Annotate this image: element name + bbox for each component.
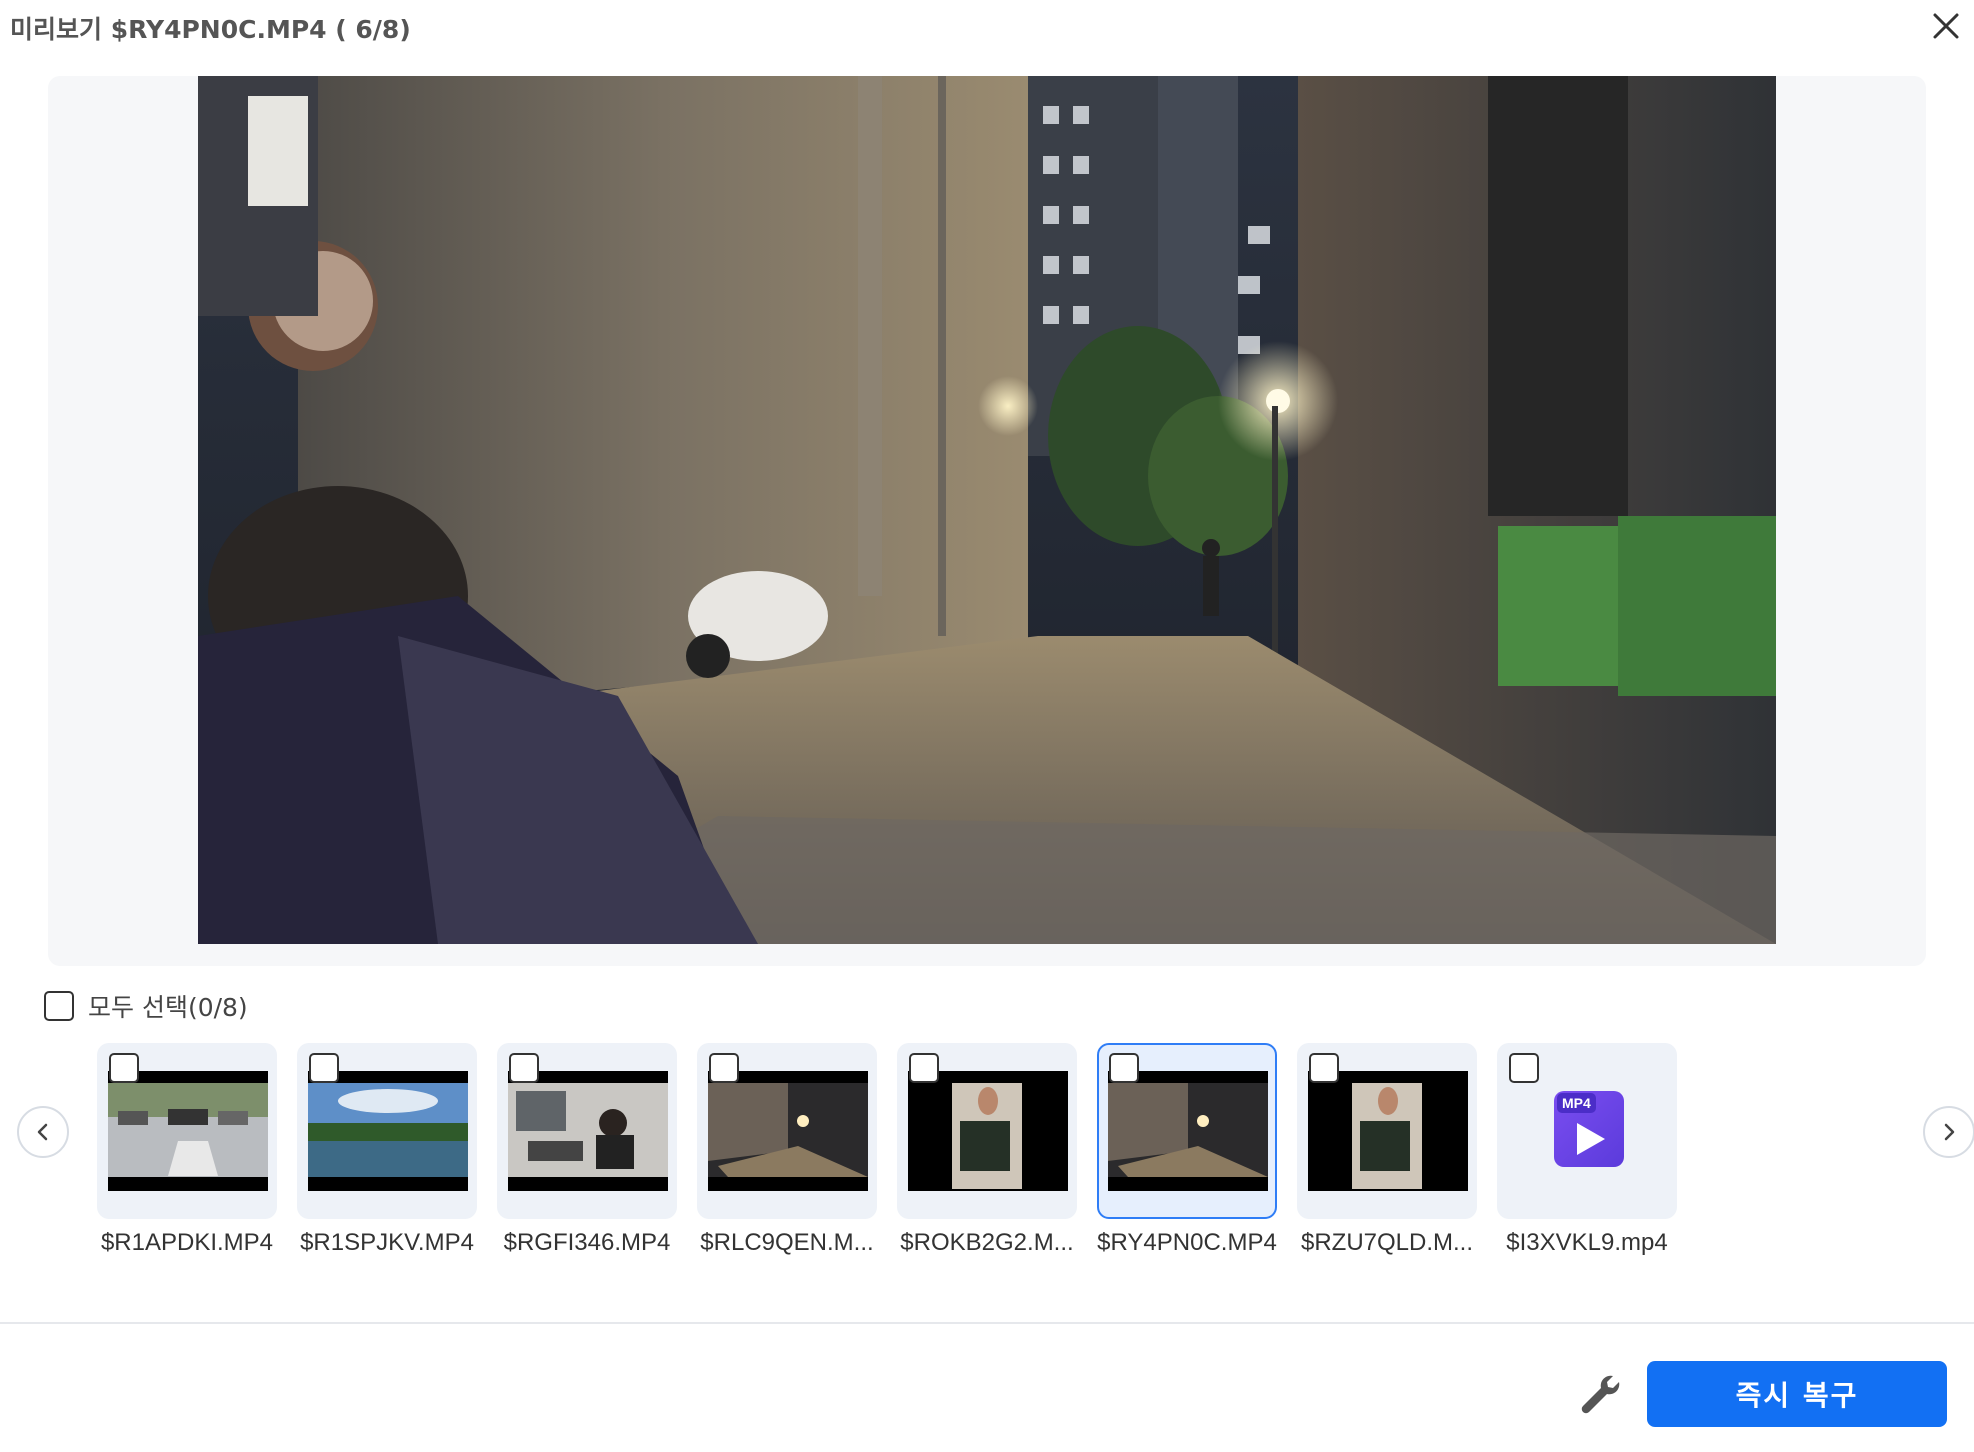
footer-divider [0,1322,1974,1324]
thumbnail-checkbox[interactable] [1509,1053,1539,1083]
thumbnail-name: $I3XVKL9.mp4 [1506,1229,1668,1256]
close-icon [1933,13,1959,39]
thumbnail-strip: $R1APDKI.MP4 $R1SPJKV.MP4 $RGFI346.MP4 $… [97,1043,1697,1273]
video-preview[interactable] [198,76,1776,944]
chevron-right-icon [1944,1123,1955,1141]
thumbnail-card[interactable] [497,1043,677,1219]
thumbnail-image [1108,1071,1268,1191]
thumbnail-image [108,1071,268,1191]
thumbnail-name: $RGFI346.MP4 [503,1229,671,1256]
thumbnail-name: $RY4PN0C.MP4 [1097,1229,1277,1256]
thumbnail-card[interactable] [97,1043,277,1219]
thumbnail-name: $ROKB2G2.M... [900,1229,1074,1256]
preview-panel [48,76,1926,966]
thumbnail-item[interactable]: $R1APDKI.MP4 [97,1043,277,1257]
carousel-next-button[interactable] [1923,1106,1974,1158]
thumbnail-name: $RLC9QEN.M... [700,1229,874,1256]
carousel-prev-button[interactable] [17,1106,69,1158]
thumbnail-image [708,1071,868,1191]
thumbnail-image [908,1071,1068,1191]
thumbnail-checkbox[interactable] [109,1053,139,1083]
thumbnail-card[interactable] [1297,1043,1477,1219]
thumbnail-checkbox[interactable] [309,1053,339,1083]
thumbnail-checkbox[interactable] [1309,1053,1339,1083]
thumbnail-name: $R1SPJKV.MP4 [300,1229,474,1256]
recover-now-button[interactable]: 즉시 복구 [1647,1361,1947,1427]
thumbnail-image [508,1071,668,1191]
preview-dialog: 미리보기 $RY4PN0C.MP4 ( 6/8) 모두 선택(0/8) $R1A… [0,0,1974,1452]
chevron-left-icon [37,1123,48,1141]
wrench-icon [1581,1375,1620,1414]
thumbnail-image [1308,1071,1468,1191]
close-button[interactable] [1926,6,1966,46]
select-all-box[interactable] [44,991,74,1021]
thumbnail-card[interactable]: MP4 [1497,1043,1677,1219]
thumbnail-item-selected[interactable]: $RY4PN0C.MP4 [1097,1043,1277,1257]
thumbnail-checkbox[interactable] [509,1053,539,1083]
thumbnail-checkbox[interactable] [909,1053,939,1083]
thumbnail-card[interactable] [297,1043,477,1219]
dialog-title: 미리보기 $RY4PN0C.MP4 ( 6/8) [10,15,411,44]
thumbnail-card[interactable] [1097,1043,1277,1219]
thumbnail-card[interactable] [897,1043,1077,1219]
thumbnail-checkbox[interactable] [1109,1053,1139,1083]
thumbnail-item[interactable]: $ROKB2G2.M... [897,1043,1077,1257]
thumbnail-image [308,1071,468,1191]
mp4-file-icon: MP4 [1554,1091,1624,1167]
repair-button[interactable] [1575,1370,1623,1418]
thumbnail-checkbox[interactable] [709,1053,739,1083]
thumbnail-card[interactable] [697,1043,877,1219]
thumbnail-item[interactable]: $RZU7QLD.M... [1297,1043,1477,1257]
select-all-label: 모두 선택(0/8) [88,993,248,1022]
thumbnail-item[interactable]: MP4 $I3XVKL9.mp4 [1497,1043,1677,1257]
thumbnail-item[interactable]: $RLC9QEN.M... [697,1043,877,1257]
thumbnail-name: $R1APDKI.MP4 [100,1229,274,1256]
select-all-checkbox[interactable]: 모두 선택(0/8) [44,988,248,1024]
thumbnail-item[interactable]: $RGFI346.MP4 [497,1043,677,1257]
mp4-icon-label: MP4 [1557,1093,1596,1113]
thumbnail-item[interactable]: $R1SPJKV.MP4 [297,1043,477,1257]
thumbnail-name: $RZU7QLD.M... [1300,1229,1474,1256]
